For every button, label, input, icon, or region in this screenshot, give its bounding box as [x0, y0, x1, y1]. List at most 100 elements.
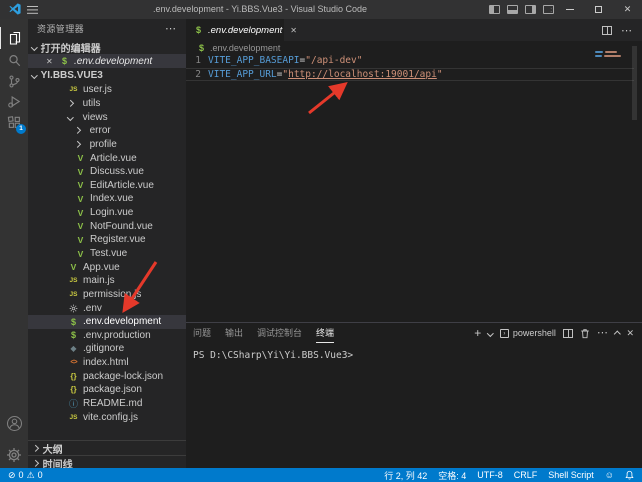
title-bar: .env.development - Yi.BBS.Vue3 - Visual …: [0, 0, 642, 19]
tree-item-label: Test.vue: [90, 248, 127, 259]
tree-item-EditArticle.vue[interactable]: VEditArticle.vue: [28, 178, 186, 192]
chevron-right-icon: [74, 141, 80, 147]
open-editor-item[interactable]: ✕ $ .env.development: [28, 54, 186, 68]
run-debug-icon[interactable]: [0, 90, 28, 112]
tree-item-App.vue[interactable]: VApp.vue: [28, 260, 186, 274]
editor-scrollbar[interactable]: [632, 46, 637, 120]
env-value: "/api-dev": [305, 55, 362, 66]
tree-item-label: main.js: [83, 275, 115, 286]
minimap[interactable]: [595, 51, 621, 59]
search-icon[interactable]: [0, 49, 28, 71]
tree-item-label: README.md: [83, 398, 142, 409]
code-editor[interactable]: 1VITE_APP_BASEAPI="/api-dev" 2VITE_APP_U…: [186, 54, 642, 81]
tree-item-README.md[interactable]: ⓘREADME.md: [28, 397, 186, 411]
chevron-down-icon: [67, 114, 73, 120]
tree-item-views[interactable]: views: [28, 110, 186, 124]
language-mode[interactable]: Shell Script: [548, 470, 594, 480]
line-number: 1: [186, 55, 208, 66]
customize-layout-icon[interactable]: ⁚: [543, 5, 554, 14]
tree-item-permission.js[interactable]: JSpermission.js: [28, 288, 186, 302]
account-icon[interactable]: [0, 412, 28, 434]
outline-section[interactable]: 大纲: [28, 440, 186, 455]
tree-item-label: NotFound.vue: [90, 221, 153, 232]
panel-tab-terminal[interactable]: 终端: [316, 323, 334, 343]
tree-item-label: .env: [83, 303, 102, 314]
source-control-icon[interactable]: [0, 70, 28, 92]
tree-item-main.js[interactable]: JSmain.js: [28, 274, 186, 288]
new-terminal-icon[interactable]: +: [474, 328, 481, 338]
tree-item-label: error: [90, 125, 111, 136]
tree-item-Article.vue[interactable]: VArticle.vue: [28, 151, 186, 165]
extensions-badge: 1: [16, 124, 26, 134]
tree-item-error[interactable]: error: [28, 124, 186, 138]
indentation[interactable]: 空格: 4: [438, 469, 466, 482]
close-tab-icon[interactable]: ✕: [290, 26, 297, 35]
panel-tab-2[interactable]: 调试控制台: [257, 323, 302, 343]
toggle-sidebar-icon[interactable]: [489, 5, 500, 14]
tree-item-Login.vue[interactable]: VLogin.vue: [28, 206, 186, 220]
tree-item-profile[interactable]: profile: [28, 138, 186, 152]
tree-item-user.js[interactable]: JSuser.js: [28, 83, 186, 97]
kill-terminal-icon[interactable]: [580, 328, 590, 339]
editor-more-icon[interactable]: ⋯: [621, 24, 632, 37]
tree-item-NotFound.vue[interactable]: VNotFound.vue: [28, 219, 186, 233]
extensions-icon[interactable]: 1: [0, 111, 28, 133]
close-icon[interactable]: ✕: [46, 57, 56, 66]
tree-item-vite.config.js[interactable]: JSvite.config.js: [28, 410, 186, 424]
chevron-right-icon: [32, 460, 38, 466]
panel-tab-0[interactable]: 问题: [193, 323, 211, 343]
url-link[interactable]: http://localhost:19001/api: [288, 69, 437, 80]
minimize-button[interactable]: [555, 0, 584, 19]
toggle-panel-icon[interactable]: [507, 5, 518, 14]
tree-item-.gitignore[interactable]: ◆.gitignore: [28, 342, 186, 356]
project-root-section[interactable]: YI.BBS.VUE3: [28, 68, 186, 82]
feedback-icon[interactable]: ☺: [605, 470, 614, 480]
tree-item-label: Index.vue: [90, 193, 133, 204]
tree-item-.env.production[interactable]: $.env.production: [28, 329, 186, 343]
close-window-button[interactable]: ✕: [613, 0, 642, 19]
cursor-position[interactable]: 行 2, 列 42: [384, 469, 427, 482]
tree-item-package-lock.json[interactable]: {}package-lock.json: [28, 369, 186, 383]
panel: 问题输出调试控制台终端 + › powershell ⋯ ✕ PS D:\CSh…: [186, 322, 642, 468]
encoding[interactable]: UTF-8: [477, 470, 503, 480]
env-key: VITE_APP_BASEAPI: [208, 55, 300, 66]
breadcrumb[interactable]: $ .env.development: [186, 41, 642, 54]
vscode-window: .env.development - Yi.BBS.Vue3 - Visual …: [0, 0, 642, 482]
tree-item-utils[interactable]: utils: [28, 97, 186, 111]
menu-icon[interactable]: [27, 6, 38, 7]
chevron-right-icon: [32, 445, 38, 451]
terminal-output[interactable]: PS D:\CSharp\Yi\Yi.BBS.Vue3>: [193, 350, 353, 361]
split-editor-icon[interactable]: [602, 26, 612, 35]
terminal-dropdown-icon[interactable]: [487, 330, 493, 336]
split-terminal-icon[interactable]: [563, 329, 573, 338]
settings-gear-icon[interactable]: [0, 444, 28, 466]
terminal-instance[interactable]: › powershell: [500, 328, 556, 338]
tree-item-Test.vue[interactable]: VTest.vue: [28, 247, 186, 261]
problems-status[interactable]: ⊘ 0 ⚠ 0: [8, 470, 43, 481]
close-panel-icon[interactable]: ✕: [626, 328, 634, 339]
toggle-secondary-sidebar-icon[interactable]: [525, 5, 536, 14]
tree-item-Index.vue[interactable]: VIndex.vue: [28, 192, 186, 206]
open-editors-section[interactable]: 打开的编辑器: [28, 40, 186, 54]
tree-item-package.json[interactable]: {}package.json: [28, 383, 186, 397]
tree-item-index.html[interactable]: <>index.html: [28, 356, 186, 370]
panel-more-icon[interactable]: ⋯: [597, 329, 608, 337]
explorer-icon[interactable]: [0, 27, 28, 49]
layout-controls: ⁚: [489, 0, 554, 19]
eol-sequence[interactable]: CRLF: [514, 470, 538, 480]
maximize-button[interactable]: [584, 0, 613, 19]
warning-count: 0: [38, 470, 43, 480]
notifications-bell-icon[interactable]: [625, 470, 634, 480]
tree-item-Register.vue[interactable]: VRegister.vue: [28, 233, 186, 247]
maximize-panel-icon[interactable]: [614, 331, 620, 337]
tree-item-.env[interactable]: .env: [28, 301, 186, 315]
tab-env-development[interactable]: $ .env.development ✕: [186, 19, 284, 41]
panel-tab-1[interactable]: 输出: [225, 323, 243, 343]
tree-item-.env.development[interactable]: $.env.development: [28, 315, 186, 329]
chevron-down-icon: [31, 72, 37, 78]
terminal-shell-label: powershell: [513, 328, 556, 338]
tree-item-Discuss.vue[interactable]: VDiscuss.vue: [28, 165, 186, 179]
tree-item-label: Discuss.vue: [90, 166, 144, 177]
sidebar-more-icon[interactable]: ⋯: [165, 19, 176, 40]
tree-item-label: App.vue: [83, 262, 120, 273]
